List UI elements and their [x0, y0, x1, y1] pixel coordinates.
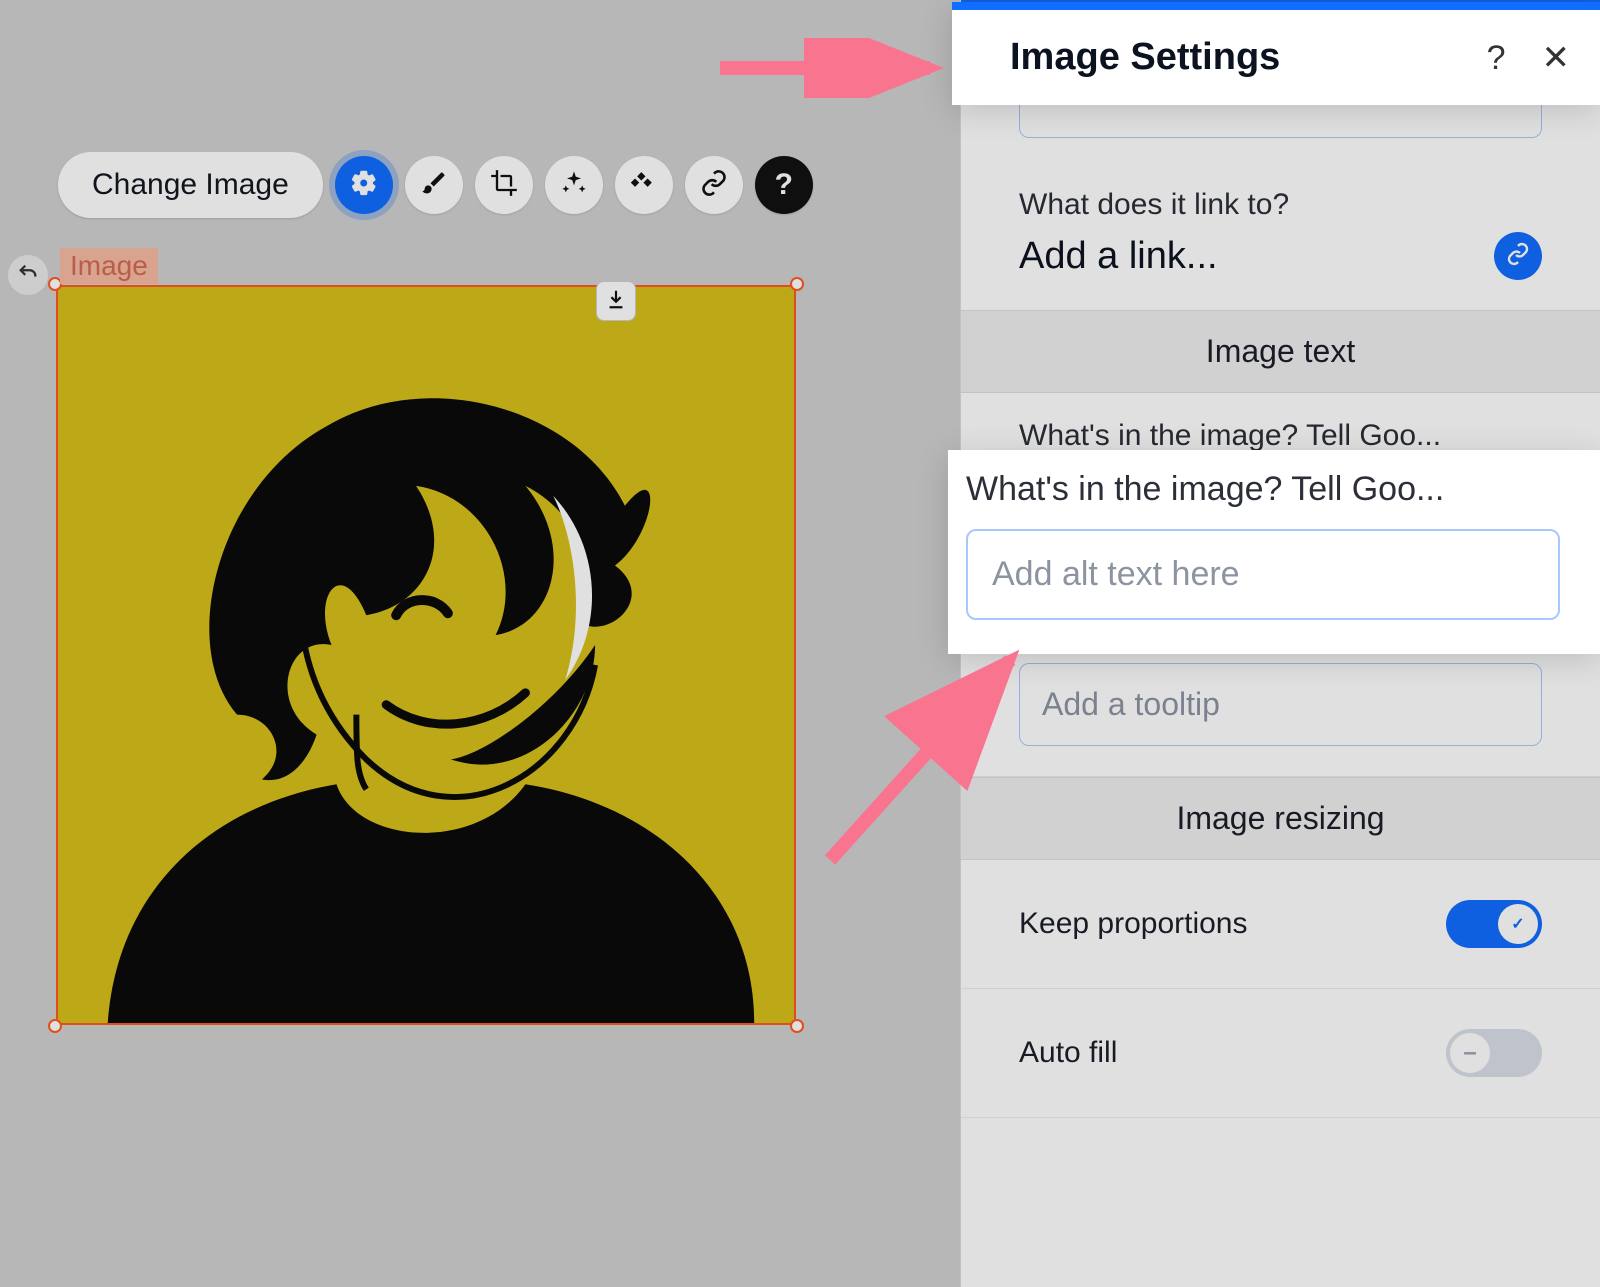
alt-text-question: What's in the image? Tell Goo... — [1019, 419, 1542, 453]
undo-icon — [17, 262, 39, 289]
resize-handle-bottom-right[interactable] — [790, 1019, 804, 1033]
add-link-chip[interactable] — [1494, 232, 1542, 280]
link-icon — [700, 169, 728, 202]
auto-fill-label: Auto fill — [1019, 1036, 1117, 1070]
animation-icon — [630, 169, 658, 202]
link-group: What does it link to? Add a link... — [961, 164, 1600, 310]
panel-close-button-highlight[interactable]: ✕ — [1542, 41, 1571, 75]
help-icon: ? — [775, 168, 793, 202]
animation-button[interactable] — [615, 156, 673, 214]
keep-proportions-row: Keep proportions ✓ — [961, 860, 1600, 989]
panel-accent-bar — [952, 2, 1600, 10]
keep-proportions-label: Keep proportions — [1019, 907, 1248, 941]
link-button[interactable] — [685, 156, 743, 214]
download-image-button[interactable] — [596, 281, 636, 321]
crop-icon — [490, 169, 518, 202]
change-image-label: Change Image — [92, 168, 289, 202]
alt-text-input-highlight[interactable] — [966, 529, 1560, 620]
auto-fill-row: Auto fill – — [961, 989, 1600, 1118]
alt-text-question-highlight: What's in the image? Tell Goo... — [966, 470, 1560, 509]
highlight-header: Image Settings ? ✕ — [952, 2, 1600, 105]
change-image-button[interactable]: Change Image — [58, 152, 323, 218]
tooltip-input[interactable] — [1019, 663, 1542, 746]
check-icon: ✓ — [1511, 914, 1524, 934]
avatar-illustration — [58, 287, 794, 1023]
help-button[interactable]: ? — [755, 156, 813, 214]
undo-button[interactable] — [8, 255, 48, 295]
auto-fill-toggle[interactable]: – — [1446, 1029, 1542, 1077]
image-resizing-section-header: Image resizing — [961, 777, 1600, 860]
settings-gear-button[interactable] — [335, 156, 393, 214]
image-content — [56, 285, 796, 1025]
image-text-section-header: Image text — [961, 310, 1600, 393]
previous-field-partial[interactable] — [1019, 102, 1542, 138]
crop-button[interactable] — [475, 156, 533, 214]
image-toolbar: Change Image — [58, 152, 813, 218]
resize-handle-top-right[interactable] — [790, 277, 804, 291]
download-icon — [605, 288, 627, 315]
selection-type-label: Image — [60, 248, 158, 284]
resize-handle-bottom-left[interactable] — [48, 1019, 62, 1033]
selected-image-frame[interactable]: Image — [56, 285, 796, 1025]
toggle-knob-on: ✓ — [1498, 904, 1538, 944]
design-brush-button[interactable] — [405, 156, 463, 214]
link-icon — [1506, 242, 1530, 271]
toggle-knob-off: – — [1450, 1033, 1490, 1073]
link-question: What does it link to? — [1019, 188, 1542, 222]
filters-button[interactable] — [545, 156, 603, 214]
brush-icon — [420, 169, 448, 202]
sparkle-icon — [560, 169, 588, 202]
keep-proportions-toggle[interactable]: ✓ — [1446, 900, 1542, 948]
panel-title-highlight: Image Settings — [1010, 36, 1280, 79]
gear-icon — [350, 169, 378, 202]
highlight-alt-text: What's in the image? Tell Goo... — [948, 450, 1600, 654]
add-link-text: Add a link... — [1019, 235, 1218, 278]
minus-icon: – — [1463, 1039, 1476, 1067]
panel-help-button-highlight[interactable]: ? — [1487, 41, 1506, 75]
add-link-row[interactable]: Add a link... — [1019, 232, 1542, 280]
